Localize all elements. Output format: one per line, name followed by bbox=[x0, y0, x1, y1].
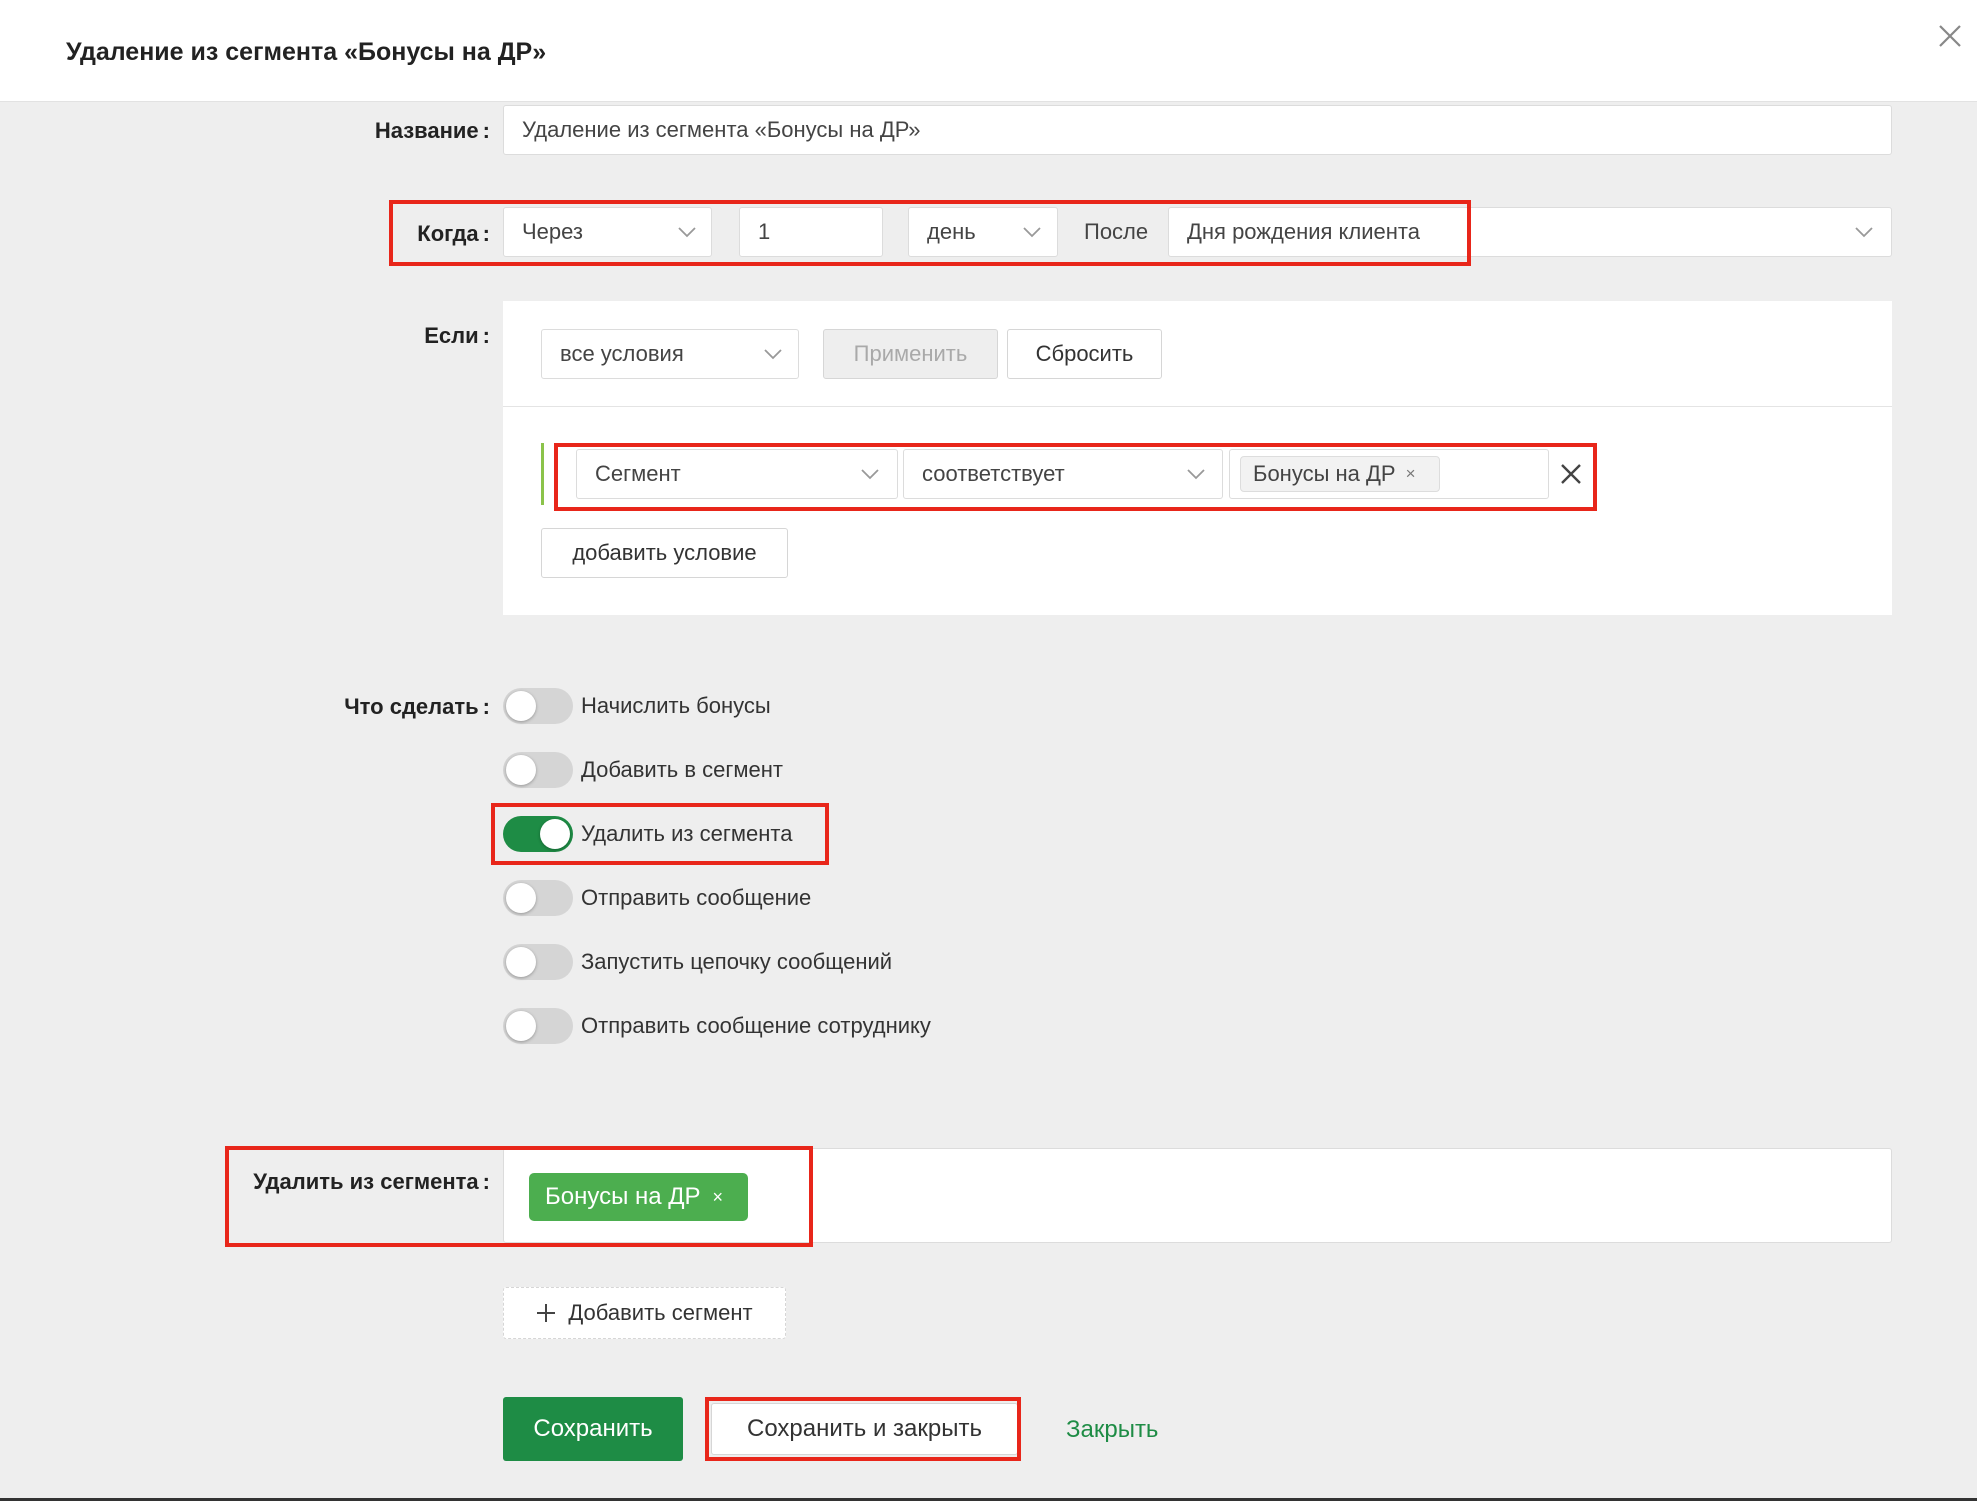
save-button[interactable]: Сохранить bbox=[503, 1397, 683, 1461]
chevron-down-icon bbox=[764, 349, 782, 360]
remove-condition-icon[interactable] bbox=[1560, 463, 1582, 485]
when-event-select[interactable]: Дня рождения клиента bbox=[1168, 207, 1892, 257]
condition-field-value: Сегмент bbox=[595, 461, 681, 486]
when-mode-select[interactable]: Через bbox=[503, 207, 712, 257]
chevron-down-icon bbox=[1855, 227, 1873, 238]
modal-header: Удаление из сегмента «Бонусы на ДР» bbox=[0, 0, 1977, 102]
name-input[interactable]: Удаление из сегмента «Бонусы на ДР» bbox=[503, 105, 1892, 155]
add-segment-label: Добавить сегмент bbox=[568, 1300, 753, 1325]
action-label-text: Отправить сообщение сотруднику bbox=[581, 1013, 931, 1038]
action-label-text: Добавить в сегмент bbox=[581, 757, 783, 782]
condition-operator-select[interactable]: соответствует bbox=[903, 449, 1223, 499]
if-label: Если: bbox=[424, 323, 490, 348]
when-mode-value: Через bbox=[522, 219, 583, 244]
toggle-switch[interactable] bbox=[503, 880, 573, 916]
chevron-down-icon bbox=[861, 469, 879, 480]
conditions-panel: все условия Применить Сбросить Сегмент с… bbox=[503, 301, 1892, 615]
segment-tag: Бонусы на ДР × bbox=[529, 1173, 748, 1221]
remove-segment-field[interactable]: Бонусы на ДР × bbox=[503, 1148, 1892, 1243]
when-after-label: После bbox=[1084, 219, 1149, 244]
action-label-text: Отправить сообщение bbox=[581, 885, 812, 910]
action-toggle-add-segment[interactable]: Добавить в сегмент bbox=[503, 752, 783, 788]
action-label-text: Удалить из сегмента bbox=[581, 821, 793, 846]
condition-value-tag: Бонусы на ДР × bbox=[1240, 456, 1440, 492]
toggle-switch[interactable] bbox=[503, 688, 573, 724]
condition-value-tag-label: Бонусы на ДР bbox=[1253, 461, 1396, 486]
condition-indicator bbox=[541, 443, 544, 505]
action-label: Что сделать: bbox=[344, 694, 490, 719]
chevron-down-icon bbox=[1023, 227, 1041, 238]
toggle-switch[interactable] bbox=[503, 752, 573, 788]
chevron-down-icon bbox=[678, 227, 696, 238]
close-icon[interactable] bbox=[1936, 22, 1964, 50]
save-close-button[interactable]: Сохранить и закрыть bbox=[711, 1403, 1018, 1455]
modal-title: Удаление из сегмента «Бонусы на ДР» bbox=[66, 38, 547, 66]
toggle-switch[interactable] bbox=[503, 1008, 573, 1044]
condition-operator-value: соответствует bbox=[922, 461, 1065, 486]
when-label: Когда: bbox=[417, 221, 490, 246]
add-condition-button[interactable]: добавить условие bbox=[541, 528, 788, 578]
plus-icon bbox=[537, 1304, 556, 1322]
condition-field-select[interactable]: Сегмент bbox=[576, 449, 898, 499]
action-toggle-start-chain[interactable]: Запустить цепочку сообщений bbox=[503, 944, 892, 980]
condition-value-input[interactable]: Бонусы на ДР × bbox=[1229, 449, 1549, 499]
close-link[interactable]: Закрыть bbox=[1066, 1416, 1158, 1444]
segment-tag-label: Бонусы на ДР bbox=[545, 1183, 701, 1210]
toggle-switch[interactable] bbox=[503, 816, 573, 852]
when-unit-value: день bbox=[927, 219, 976, 244]
when-unit-select[interactable]: день bbox=[908, 207, 1058, 257]
when-event-value: Дня рождения клиента bbox=[1187, 219, 1420, 244]
match-value: все условия bbox=[560, 341, 684, 366]
name-input-value: Удаление из сегмента «Бонусы на ДР» bbox=[522, 117, 921, 142]
action-toggle-add-bonus[interactable]: Начислить бонусы bbox=[503, 688, 771, 724]
add-segment-button[interactable]: Добавить сегмент bbox=[503, 1287, 786, 1339]
remove-segment-label: Удалить из сегмента: bbox=[253, 1169, 490, 1194]
divider bbox=[503, 406, 1892, 407]
tag-remove-icon[interactable]: × bbox=[1406, 464, 1416, 484]
tag-remove-icon[interactable]: × bbox=[713, 1187, 724, 1208]
apply-button[interactable]: Применить bbox=[823, 329, 998, 379]
toggle-switch[interactable] bbox=[503, 944, 573, 980]
action-label-text: Запустить цепочку сообщений bbox=[581, 949, 893, 974]
action-toggle-remove-segment[interactable]: Удалить из сегмента bbox=[503, 816, 792, 852]
match-select[interactable]: все условия bbox=[541, 329, 799, 379]
action-toggle-send-employee[interactable]: Отправить сообщение сотруднику bbox=[503, 1008, 931, 1044]
when-amount-value: 1 bbox=[758, 219, 771, 244]
name-label: Название: bbox=[374, 118, 490, 143]
reset-button[interactable]: Сбросить bbox=[1007, 329, 1162, 379]
when-amount-input[interactable]: 1 bbox=[739, 207, 883, 257]
action-label-text: Начислить бонусы bbox=[581, 693, 771, 718]
chevron-down-icon bbox=[1187, 469, 1205, 480]
action-toggle-send-message[interactable]: Отправить сообщение bbox=[503, 880, 811, 916]
